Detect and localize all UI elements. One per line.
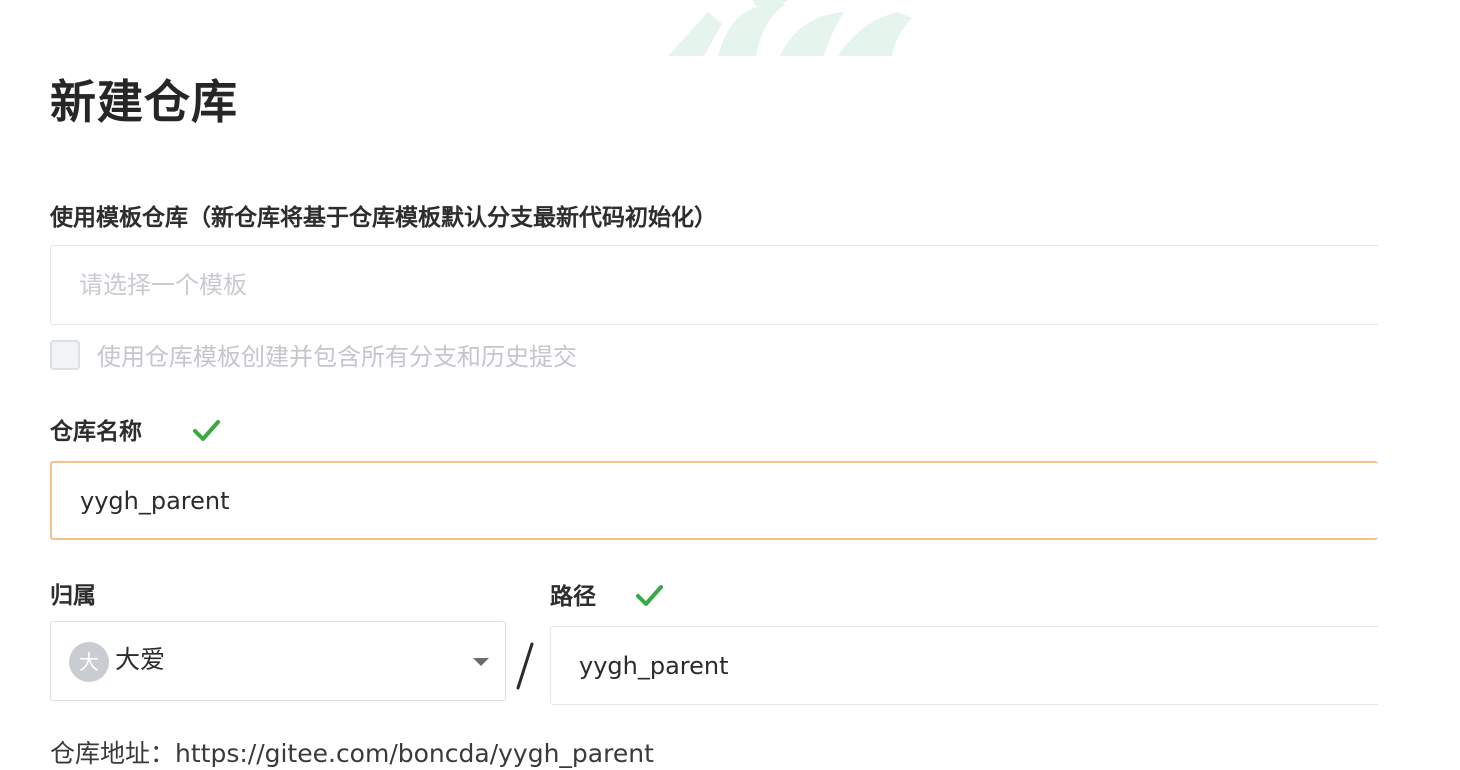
template-placeholder: 请选择一个模板 [79,271,247,299]
path-input[interactable]: yygh_parent [550,626,1378,705]
page-title: 新建仓库 [50,75,238,129]
owner-label: 归属 [50,583,96,609]
repo-address: 仓库地址：https://gitee.com/boncda/yygh_paren… [50,739,654,768]
banner-decoration [668,0,912,56]
owner-value: 大爱 [115,645,166,674]
path-label: 路径 [550,584,596,610]
template-label: 使用模板仓库（新仓库将基于仓库模板默认分支最新代码初始化） [50,205,717,231]
include-branches-checkbox[interactable] [50,340,80,370]
repo-name-value: yygh_parent [80,486,230,515]
check-icon [636,585,663,606]
path-value: yygh_parent [579,651,729,680]
caret-down-icon [473,658,489,666]
avatar: 大 [69,642,109,682]
owner-select[interactable]: 大 大爱 [50,621,506,701]
path-separator [516,642,534,690]
repo-name-input[interactable]: yygh_parent [50,461,1378,540]
check-icon [193,420,220,441]
include-branches-label: 使用仓库模板创建并包含所有分支和历史提交 [97,343,577,371]
repo-name-label: 仓库名称 [50,419,142,445]
new-repository-page: 新建仓库 使用模板仓库（新仓库将基于仓库模板默认分支最新代码初始化） 请选择一个… [0,0,1460,770]
template-select[interactable]: 请选择一个模板 [50,245,1378,325]
